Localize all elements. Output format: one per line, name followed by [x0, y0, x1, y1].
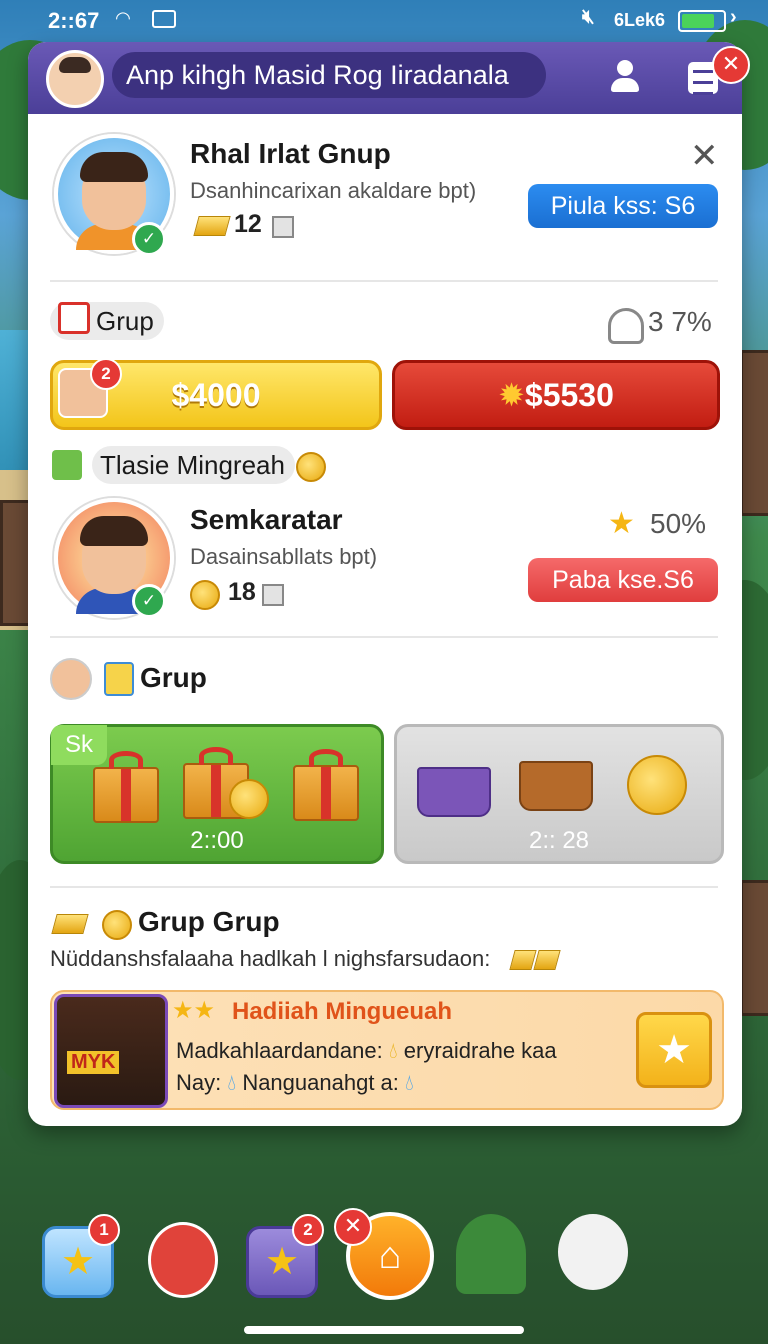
divider — [50, 886, 718, 888]
verified-check-icon: ✓ — [132, 222, 166, 256]
basket-icon — [519, 761, 593, 811]
divider — [50, 280, 718, 282]
weekly-tag: Tlasie Mingreah — [92, 446, 295, 484]
header-avatar[interactable] — [46, 50, 104, 108]
gold-bar-icon — [51, 914, 89, 934]
droplet-icon: 💧︎ — [405, 1070, 414, 1095]
group-panel: Anp kihgh Masid Rog Iiradanala ✓ Rhal Ir… — [28, 42, 742, 1126]
group-group-title: Grup Grup — [138, 906, 280, 937]
weekly-promo-banner[interactable]: MYK ★★ Hadiiah Mingueuah Madkahlaardanda… — [50, 990, 724, 1110]
gold-bar-icon — [193, 216, 231, 236]
promo-line-2: Nay: 💧︎ Nanguanahgt a: 💧︎ — [176, 1070, 414, 1096]
notepad-icon — [104, 662, 134, 696]
star-icon: ★★ — [172, 997, 216, 1024]
mute-icon: 🔇︎ — [582, 6, 595, 28]
star-icon: ★ — [608, 507, 635, 540]
promo-title: Hadiiah Mingueuah — [232, 998, 453, 1025]
promo-line-1: Madkahlaardandane: 💧︎ eryraidrahe kaa — [176, 1038, 557, 1064]
profile-2-name: Semkaratar — [190, 504, 343, 535]
promo-line-1-label: Madkahlaardandane: — [176, 1038, 383, 1063]
close-icon[interactable]: ✕ — [690, 136, 719, 176]
leaf-icon — [52, 450, 82, 480]
card-tag: Sk — [51, 725, 107, 765]
user-icon[interactable] — [608, 60, 644, 96]
group-tag-label: Grup — [96, 306, 154, 336]
profile-action-button[interactable]: Piula kss: S6 — [528, 184, 718, 228]
promo-image-label: MYK — [67, 1051, 120, 1074]
status-bar: 2::67 ◠ 🔇︎ 6Lek6 › — [0, 0, 768, 40]
profile-name: Rhal Irlat Gnup — [190, 138, 391, 169]
promo-image: MYK — [54, 994, 168, 1108]
profile-count: 12 — [234, 210, 262, 238]
dock-sheep-icon[interactable] — [558, 1214, 628, 1290]
home-indicator[interactable] — [244, 1326, 524, 1334]
droplet-icon: 💧︎ — [388, 1038, 398, 1063]
coin-icon — [627, 755, 687, 815]
dock-character-icon[interactable] — [456, 1214, 526, 1294]
notification-badge: 2 — [90, 358, 122, 390]
group-group-description: Nüddanshsfalaaha hadlkah l nighsfarsudao… — [50, 946, 491, 971]
profile-subtitle: Dsanhincarixan akaldare bpt) — [190, 178, 477, 203]
hut-decoration — [740, 350, 768, 516]
wifi-icon: ◠ — [116, 8, 130, 28]
group-percent: 3 7% — [648, 306, 712, 337]
rewards-avatar — [50, 658, 92, 700]
promo-line-1-tail: eryraidrahe kaa — [403, 1038, 557, 1063]
gift-box-icon — [293, 749, 359, 821]
green-reward-card[interactable]: Sk 2::00 — [50, 724, 384, 864]
close-panel-button[interactable]: ✕ — [712, 46, 750, 84]
yellow-price-label: $4000 — [171, 377, 261, 413]
coin-icon — [190, 580, 220, 610]
divider — [50, 636, 718, 638]
gold-bar-icon — [509, 950, 537, 970]
promo-line-2-label: Nay: — [176, 1070, 222, 1095]
people-icon — [608, 308, 644, 344]
panel-header: Anp kihgh Masid Rog Iiradanala — [28, 42, 742, 114]
gear-coin-icon: ✹ — [498, 377, 525, 413]
promo-line-2-tail: Nanguanahgt a: — [242, 1070, 399, 1095]
profile-2-subtitle: Dasainsabllats bpt) — [190, 544, 378, 569]
dock-close-button[interactable]: ✕ — [334, 1208, 372, 1246]
profile-2-action-button[interactable]: Paba kse.S6 — [528, 558, 718, 602]
dock-bear-icon[interactable] — [148, 1222, 218, 1298]
droplet-icon: 💧︎ — [227, 1070, 237, 1095]
coin-icon — [102, 910, 132, 940]
basket-icon — [417, 767, 491, 817]
chevron-right-icon: › — [730, 6, 737, 28]
dock-badge: 1 — [88, 1214, 120, 1246]
weekly-tag-label: Tlasie Mingreah — [100, 450, 285, 480]
verified-check-icon: ✓ — [132, 584, 166, 618]
coin-icon — [296, 452, 326, 482]
header-title: Anp kihgh Masid Rog Iiradanala — [112, 52, 546, 98]
gray-card-timer: 2:: 28 — [528, 827, 590, 854]
gold-bar-icon — [533, 950, 561, 970]
promo-star-button[interactable]: ★ — [636, 1012, 712, 1088]
rewards-title: Grup — [140, 662, 207, 693]
coin-icon — [229, 779, 269, 819]
dock-badge-2: 2 — [292, 1214, 324, 1246]
cube-icon — [262, 584, 284, 606]
profile-2-percent: 50% — [650, 508, 707, 539]
status-time: 2::67 — [48, 8, 100, 33]
cube-icon — [272, 216, 294, 238]
red-price-label: $5530 — [524, 377, 614, 413]
green-card-timer: 2::00 — [190, 827, 244, 854]
red-price-button[interactable]: ✹$5530 — [392, 360, 720, 430]
gift-box-icon — [93, 751, 159, 823]
gray-reward-card[interactable]: 2:: 28 — [394, 724, 724, 864]
profile-2-count: 18 — [228, 578, 256, 606]
network-label: 6Lek6 — [614, 10, 666, 30]
battery-icon — [678, 10, 726, 32]
hut-decoration — [740, 880, 768, 1016]
group-tag: Grup — [50, 302, 164, 340]
house-icon — [58, 302, 90, 334]
cast-icon — [152, 10, 176, 28]
